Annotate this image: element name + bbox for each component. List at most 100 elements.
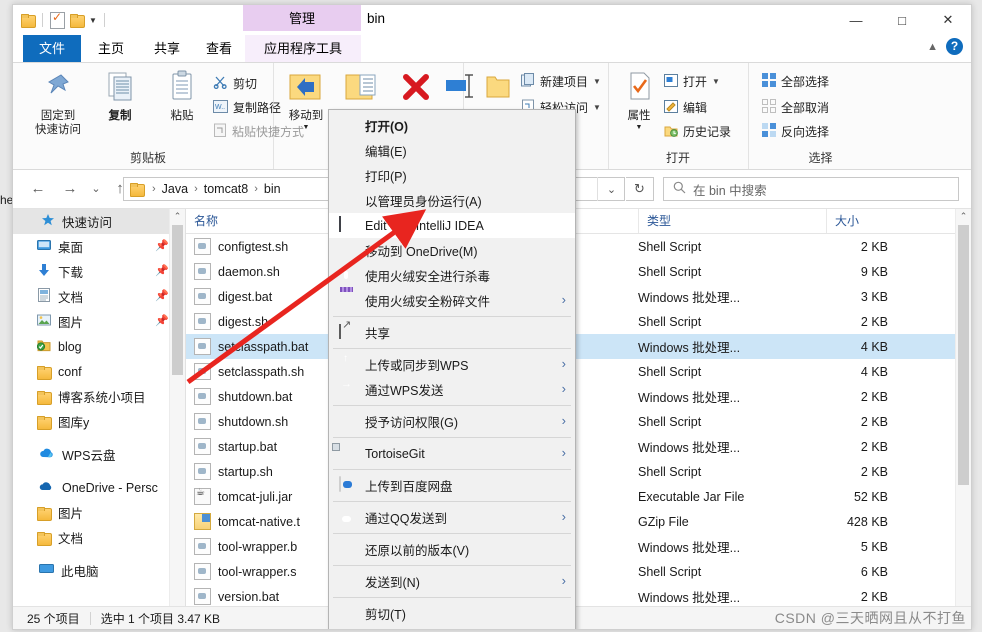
new-folder-icon[interactable] [70, 14, 85, 28]
tab-home[interactable]: 主页 [81, 35, 141, 62]
menu-item-huorong-shred[interactable]: 使用火绒安全粉碎文件 › [329, 288, 575, 313]
pin-icon[interactable]: 📌 [155, 264, 169, 277]
menu-item-edit[interactable]: 编辑(E) [329, 138, 575, 163]
file-name-cell[interactable]: tomcat-native.t [194, 513, 300, 530]
pin-to-quick-access-button[interactable]: 固定到 快速访问 [27, 69, 89, 137]
menu-item-edit-with-intellij-idea[interactable]: Edit with IntelliJ IDEA [329, 213, 575, 238]
file-name-cell[interactable]: digest.sh [194, 313, 268, 330]
table-row[interactable]: tomcat-native.t 27 GZip File 428 KB [186, 509, 971, 534]
tab-file[interactable]: 文件 [23, 35, 81, 62]
file-name-cell[interactable]: startup.bat [194, 438, 277, 455]
table-row[interactable]: startup.sh 27 Shell Script 2 KB [186, 459, 971, 484]
table-row[interactable]: tomcat-juli.jar 27 Executable Jar File 5… [186, 484, 971, 509]
open-caret-icon[interactable]: ▼ [712, 77, 720, 86]
menu-item-move-to-onedrive[interactable]: 移动到 OneDrive(M) [329, 238, 575, 263]
minimize-button[interactable]: — [833, 5, 879, 35]
chevron-up-icon[interactable]: ▲ [927, 41, 938, 53]
menu-item-huorong-scan[interactable]: 使用火绒安全进行杀毒 [329, 263, 575, 288]
easy-access-caret-icon[interactable]: ▼ [593, 103, 601, 112]
sidebar-item-onedrive-documents[interactable]: 文档 [13, 525, 185, 550]
file-scroll-up-button[interactable]: ⌃ [956, 209, 971, 224]
nav-scroll-up-button[interactable]: ⌃ [170, 209, 185, 224]
sidebar-item-pictures[interactable]: 图片 📌 [13, 309, 185, 334]
table-row[interactable]: tool-wrapper.s 27 Shell Script 6 KB [186, 559, 971, 584]
close-button[interactable]: ✕ [925, 5, 971, 35]
file-name-cell[interactable]: tool-wrapper.b [194, 538, 297, 555]
edit-button[interactable]: 编辑 [664, 99, 707, 116]
sidebar-item-onedrive[interactable]: OneDrive - Persc [13, 475, 185, 500]
table-row[interactable]: startup.bat 27 Windows 批处理... 2 KB [186, 434, 971, 459]
sidebar-item-blog[interactable]: blog [13, 334, 185, 359]
history-button[interactable]: 历史记录 [664, 123, 731, 140]
file-name-cell[interactable]: tool-wrapper.s [194, 563, 297, 580]
properties-button[interactable]: 属性 ▼ [608, 69, 670, 135]
file-name-cell[interactable]: digest.bat [194, 288, 272, 305]
sidebar-item-this-pc[interactable]: 此电脑 [13, 558, 185, 583]
table-row[interactable]: setclasspath.sh 27 Shell Script 4 KB [186, 359, 971, 384]
sidebar-item-documents[interactable]: 文档 📌 [13, 284, 185, 309]
file-name-cell[interactable]: configtest.sh [194, 238, 288, 255]
table-row[interactable]: digest.bat 27 Windows 批处理... 3 KB [186, 284, 971, 309]
refresh-button[interactable]: ↻ [626, 177, 654, 201]
table-row[interactable]: daemon.sh 27 Shell Script 9 KB [186, 259, 971, 284]
file-list-scrollbar[interactable]: ⌃ ⌄ [955, 209, 971, 629]
properties-icon[interactable] [50, 10, 65, 29]
sidebar-item-quick-access[interactable]: 快速访问 [13, 209, 185, 234]
sidebar-item-blog-system-project[interactable]: 博客系统小项目 [13, 384, 185, 409]
menu-item-cut[interactable]: 剪切(T) [329, 601, 575, 626]
new-folder-button[interactable] [467, 69, 529, 109]
recent-locations-button[interactable]: ⌄ [85, 178, 107, 200]
new-item-caret-icon[interactable]: ▼ [593, 77, 601, 86]
menu-item-send-via-wps[interactable]: 通过WPS发送 › [329, 377, 575, 402]
tab-view[interactable]: 查看 [193, 35, 245, 62]
open-button[interactable]: 打开 ▼ [664, 73, 720, 90]
file-name-cell[interactable]: tomcat-juli.jar [194, 487, 292, 505]
breadcrumb-bin[interactable]: bin [262, 182, 283, 196]
new-item-button[interactable]: 新建项目 ▼ [521, 73, 601, 90]
invert-selection-button[interactable]: 反向选择 [762, 123, 829, 140]
search-box[interactable]: 在 bin 中搜索 [663, 177, 959, 201]
menu-item-copy[interactable]: 复制(C) [329, 626, 575, 629]
navigation-scrollbar[interactable]: ⌃ ⌄ [169, 209, 185, 629]
menu-item-send-to[interactable]: 发送到(N) › [329, 569, 575, 594]
select-none-button[interactable]: 全部取消 [762, 99, 829, 116]
sidebar-item-conf[interactable]: conf [13, 359, 185, 384]
breadcrumb-java[interactable]: Java [160, 182, 190, 196]
sidebar-item-desktop[interactable]: 桌面 📌 [13, 234, 185, 259]
menu-item-upload-baidu-netdisk[interactable]: 上传到百度网盘 [329, 473, 575, 498]
menu-item-upload-sync-wps[interactable]: 上传或同步到WPS › [329, 352, 575, 377]
nav-scroll-thumb[interactable] [172, 225, 183, 375]
tab-application-tools[interactable]: 应用程序工具 [245, 35, 361, 62]
file-name-cell[interactable]: shutdown.sh [194, 413, 288, 430]
file-name-cell[interactable]: daemon.sh [194, 263, 280, 280]
copy-button[interactable]: 复制 [89, 69, 151, 123]
file-name-cell[interactable]: setclasspath.sh [194, 363, 304, 380]
copy-path-button[interactable]: W.. 复制路径 [213, 99, 281, 116]
menu-item-run-as-administrator[interactable]: 以管理员身份运行(A) [329, 188, 575, 213]
menu-item-share[interactable]: 共享 [329, 320, 575, 345]
tab-share[interactable]: 共享 [141, 35, 193, 62]
pin-icon[interactable]: 📌 [155, 289, 169, 302]
table-row[interactable]: shutdown.sh 27 Shell Script 2 KB [186, 409, 971, 434]
file-scroll-thumb[interactable] [958, 225, 969, 485]
paste-button[interactable]: 粘贴 [151, 69, 213, 123]
column-header-type[interactable]: 类型 [638, 209, 826, 233]
folder-icon[interactable] [21, 14, 36, 28]
help-icon[interactable]: ? [946, 38, 963, 55]
menu-item-grant-access[interactable]: 授予访问权限(G) › [329, 409, 575, 434]
customize-qat-caret-icon[interactable] [89, 16, 97, 25]
sidebar-item-onedrive-pictures[interactable]: 图片 [13, 500, 185, 525]
pin-icon[interactable]: 📌 [155, 314, 169, 327]
properties-caret-icon[interactable]: ▼ [608, 121, 670, 135]
address-dropdown-button[interactable]: ⌄ [597, 177, 625, 201]
menu-item-print[interactable]: 打印(P) [329, 163, 575, 188]
maximize-button[interactable]: □ [879, 5, 925, 35]
breadcrumb-tomcat8[interactable]: tomcat8 [202, 182, 250, 196]
file-name-cell[interactable]: version.bat [194, 588, 279, 605]
menu-item-restore-previous-versions[interactable]: 还原以前的版本(V) [329, 537, 575, 562]
cut-button[interactable]: 剪切 [213, 75, 257, 92]
pin-icon[interactable]: 📌 [155, 239, 169, 252]
copy-to-button[interactable] [331, 69, 393, 109]
menu-item-send-via-qq[interactable]: 通过QQ发送到 › [329, 505, 575, 530]
sidebar-item-downloads[interactable]: 下载 📌 [13, 259, 185, 284]
